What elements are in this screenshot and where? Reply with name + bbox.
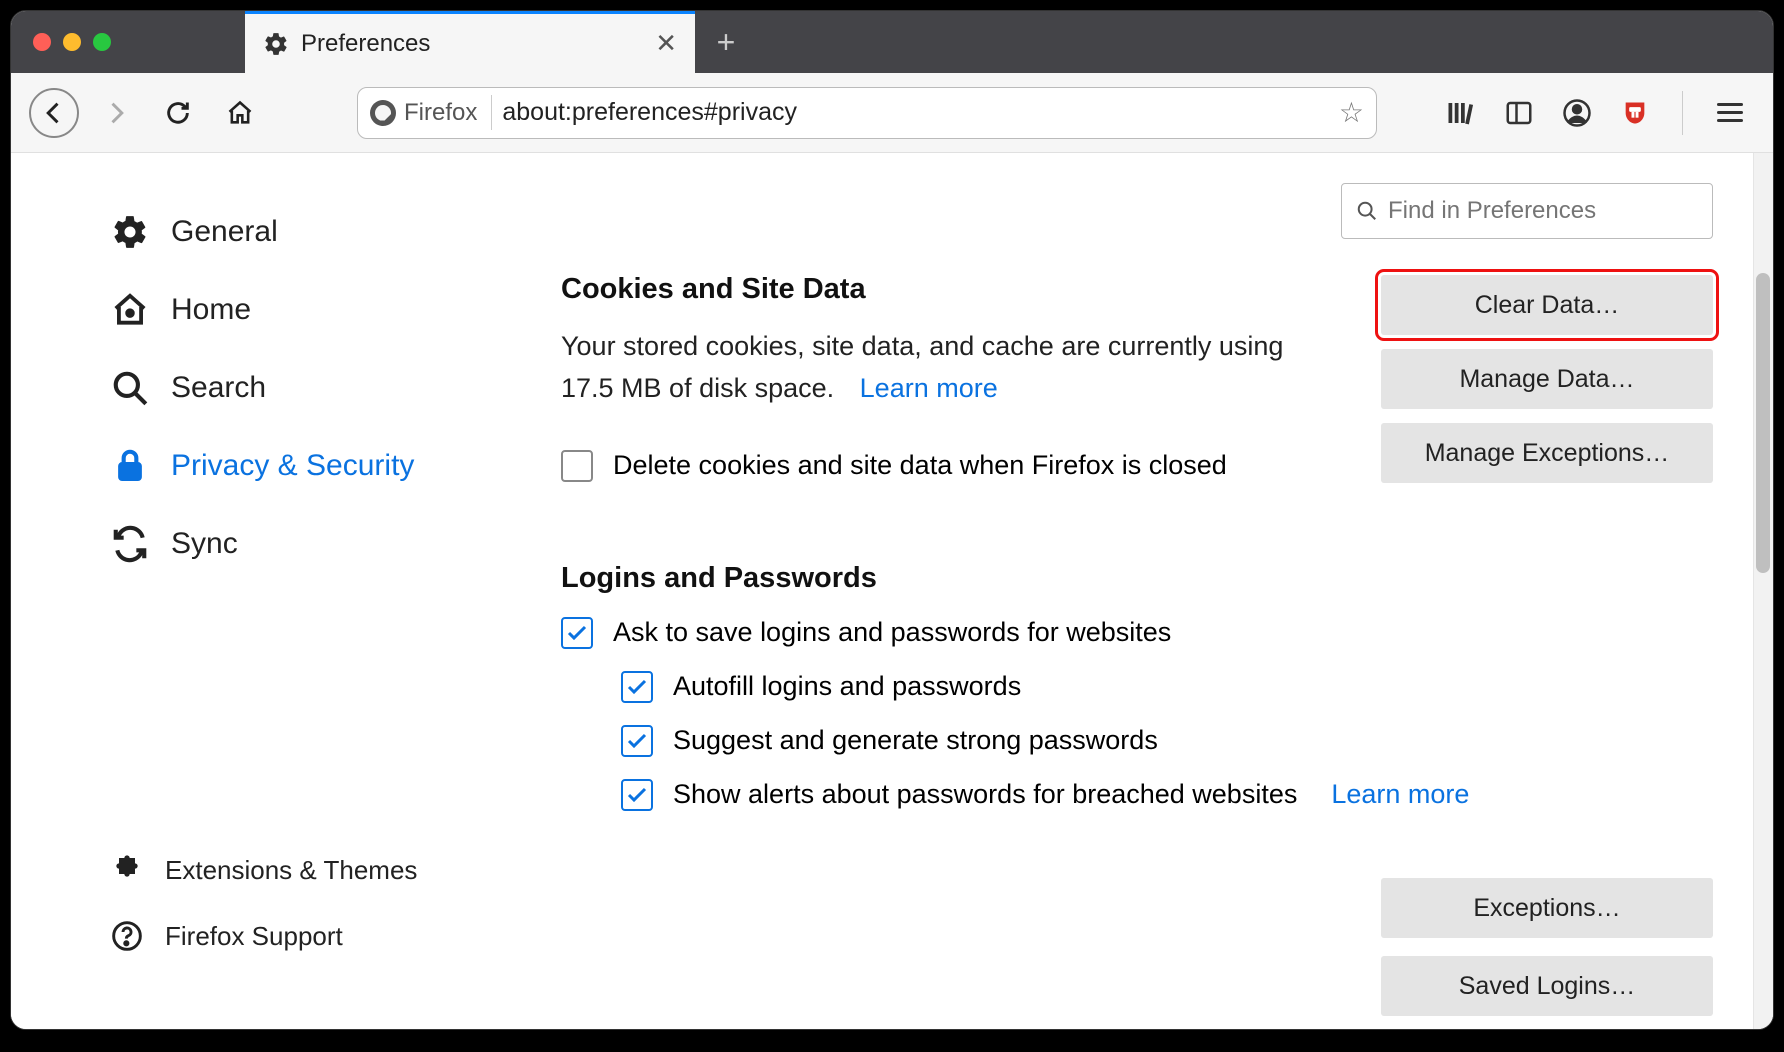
sidebar-item-label: Firefox Support xyxy=(165,921,343,952)
ask-save-label: Ask to save logins and passwords for web… xyxy=(613,617,1171,648)
sidebar-item-privacy[interactable]: Privacy & Security xyxy=(111,427,491,505)
url-text: about:preferences#privacy xyxy=(502,98,1329,127)
alerts-row: Show alerts about passwords for breached… xyxy=(621,779,1713,811)
window-minimize-button[interactable] xyxy=(63,33,81,51)
window-close-button[interactable] xyxy=(33,33,51,51)
sidebar-item-label: Sync xyxy=(171,527,238,561)
gear-icon xyxy=(111,213,149,251)
suggest-checkbox[interactable] xyxy=(621,725,653,757)
clear-data-button[interactable]: Clear Data… xyxy=(1381,275,1713,335)
sidebar-item-home[interactable]: Home xyxy=(111,271,491,349)
search-preferences[interactable] xyxy=(1341,183,1713,239)
sidebar-item-label: Home xyxy=(171,293,251,327)
preferences-main: Cookies and Site Data Your stored cookie… xyxy=(491,153,1773,1029)
plus-icon: + xyxy=(717,24,736,61)
puzzle-icon xyxy=(111,854,143,886)
autofill-label: Autofill logins and passwords xyxy=(673,671,1021,702)
sidebar-item-label: Privacy & Security xyxy=(171,449,414,483)
tab-close-button[interactable]: ✕ xyxy=(655,28,677,59)
toolbar: Firefox about:preferences#privacy ☆ xyxy=(11,73,1773,153)
sidebar-toggle-icon[interactable] xyxy=(1504,98,1534,128)
search-icon xyxy=(1356,200,1378,222)
alerts-learn-more-link[interactable]: Learn more xyxy=(1331,779,1469,810)
logins-buttons: Exceptions… Saved Logins… xyxy=(1381,878,1713,1016)
firefox-icon xyxy=(370,100,396,126)
menu-button[interactable] xyxy=(1715,98,1745,128)
toolbar-right xyxy=(1446,91,1756,135)
sidebar-item-label: Extensions & Themes xyxy=(165,855,417,886)
sync-icon xyxy=(111,525,149,563)
alerts-checkbox[interactable] xyxy=(621,779,653,811)
sidebar-item-sync[interactable]: Sync xyxy=(111,505,491,583)
gear-icon xyxy=(263,31,289,57)
delete-on-close-checkbox[interactable] xyxy=(561,450,593,482)
lock-icon xyxy=(111,447,149,485)
ask-save-row: Ask to save logins and passwords for web… xyxy=(561,617,1713,649)
sidebar-item-support[interactable]: Firefox Support xyxy=(111,903,491,969)
preferences-sidebar: General Home Search Privacy & Security xyxy=(11,153,491,1029)
scrollbar-thumb[interactable] xyxy=(1756,273,1770,573)
delete-on-close-label: Delete cookies and site data when Firefo… xyxy=(613,450,1227,481)
library-icon[interactable] xyxy=(1446,98,1476,128)
sidebar-item-extensions[interactable]: Extensions & Themes xyxy=(111,837,491,903)
cookies-learn-more-link[interactable]: Learn more xyxy=(860,373,998,403)
logins-exceptions-button[interactable]: Exceptions… xyxy=(1381,878,1713,938)
account-icon[interactable] xyxy=(1562,98,1592,128)
suggest-row: Suggest and generate strong passwords xyxy=(621,725,1713,757)
sidebar-bottom: Extensions & Themes Firefox Support xyxy=(111,837,491,999)
reload-button[interactable] xyxy=(153,88,203,138)
tab-preferences[interactable]: Preferences ✕ xyxy=(245,11,695,73)
suggest-label: Suggest and generate strong passwords xyxy=(673,725,1158,756)
help-icon xyxy=(111,920,143,952)
home-icon xyxy=(111,291,149,329)
url-bar[interactable]: Firefox about:preferences#privacy ☆ xyxy=(357,87,1377,139)
titlebar: Preferences ✕ + xyxy=(11,11,1773,73)
logins-heading: Logins and Passwords xyxy=(561,562,1713,595)
browser-window: Preferences ✕ + Firefox about:preference… xyxy=(10,10,1774,1030)
forward-button[interactable] xyxy=(91,88,141,138)
manage-exceptions-button[interactable]: Manage Exceptions… xyxy=(1381,423,1713,483)
identity-chip[interactable]: Firefox xyxy=(370,95,492,130)
tab-title: Preferences xyxy=(301,30,643,58)
saved-logins-button[interactable]: Saved Logins… xyxy=(1381,956,1713,1016)
cookies-buttons: Clear Data… Manage Data… Manage Exceptio… xyxy=(1381,275,1713,483)
autofill-checkbox[interactable] xyxy=(621,671,653,703)
sidebar-item-label: Search xyxy=(171,371,266,405)
content-area: General Home Search Privacy & Security xyxy=(11,153,1773,1029)
manage-data-button[interactable]: Manage Data… xyxy=(1381,349,1713,409)
home-button[interactable] xyxy=(215,88,265,138)
ublock-icon[interactable] xyxy=(1620,98,1650,128)
toolbar-separator xyxy=(1682,91,1684,135)
scrollbar[interactable] xyxy=(1753,153,1773,1029)
window-maximize-button[interactable] xyxy=(93,33,111,51)
hamburger-icon xyxy=(1717,103,1743,122)
alerts-label: Show alerts about passwords for breached… xyxy=(673,779,1297,810)
sidebar-item-general[interactable]: General xyxy=(111,193,491,271)
traffic-lights xyxy=(11,11,135,73)
autofill-row: Autofill logins and passwords xyxy=(621,671,1713,703)
search-preferences-input[interactable] xyxy=(1388,197,1698,225)
bookmark-star-icon[interactable]: ☆ xyxy=(1339,96,1364,129)
back-button[interactable] xyxy=(29,88,79,138)
cookies-description: Your stored cookies, site data, and cach… xyxy=(561,326,1321,410)
sidebar-item-label: General xyxy=(171,215,278,249)
search-icon xyxy=(111,369,149,407)
identity-label: Firefox xyxy=(404,99,477,127)
sidebar-item-search[interactable]: Search xyxy=(111,349,491,427)
ask-save-checkbox[interactable] xyxy=(561,617,593,649)
new-tab-button[interactable]: + xyxy=(695,11,757,73)
